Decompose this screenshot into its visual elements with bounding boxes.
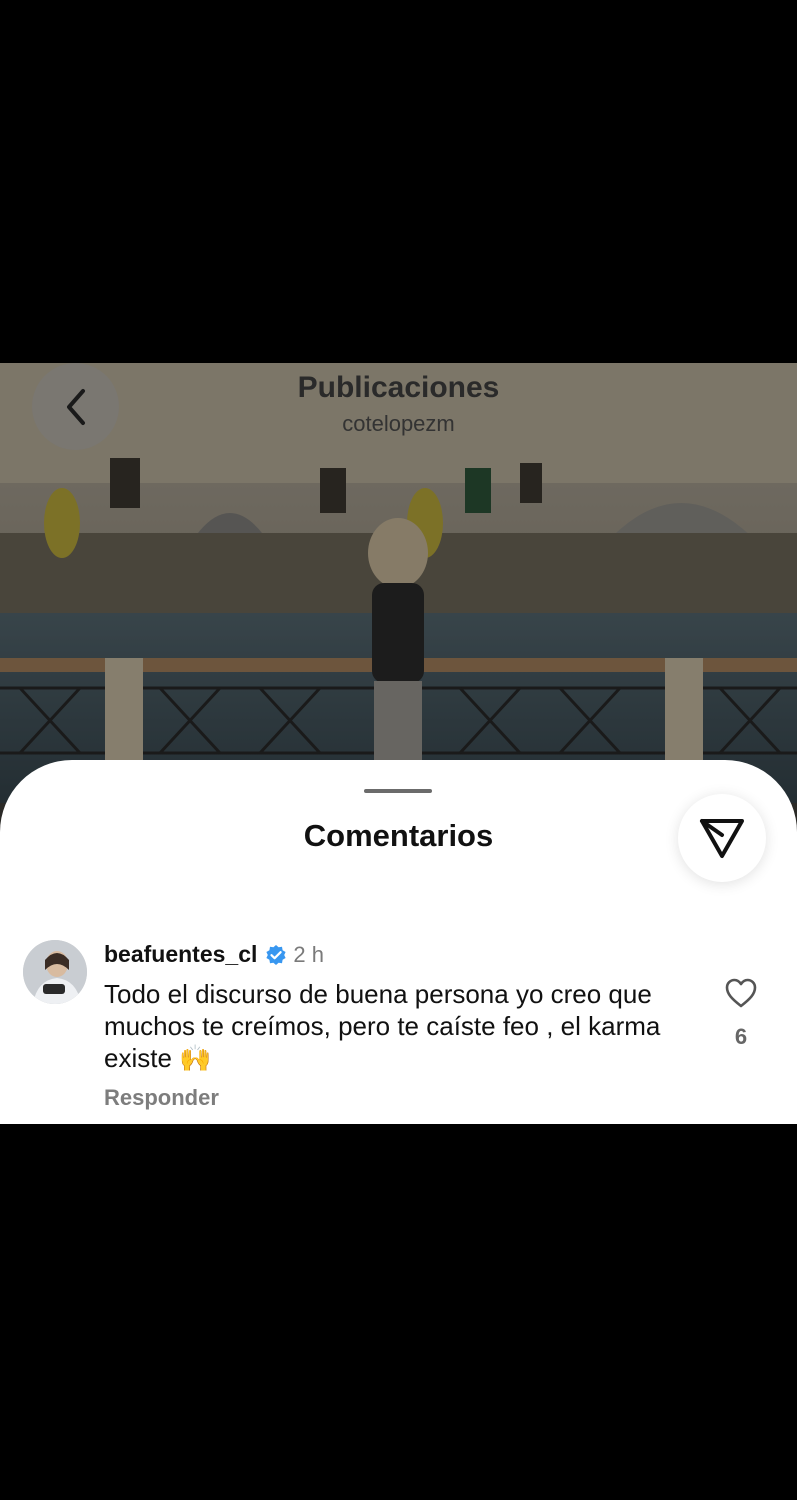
page-subtitle[interactable]: cotelopezm xyxy=(0,411,797,437)
filter-icon xyxy=(700,819,744,858)
comment-username[interactable]: beafuentes_cl xyxy=(104,941,257,968)
drag-handle[interactable] xyxy=(364,789,432,793)
page-title: Publicaciones xyxy=(297,371,500,404)
comment-body: Todo el discurso de buena persona yo cre… xyxy=(104,978,704,1074)
avatar-image xyxy=(23,940,87,1004)
comment-time: 2 h xyxy=(293,941,324,967)
comment-header: beafuentes_cl 2 h xyxy=(104,941,324,968)
app-screen: Publicaciones cotelopezm Comentarios bea… xyxy=(0,363,797,1124)
verified-badge-icon xyxy=(266,944,287,965)
like-count: 6 xyxy=(734,1024,748,1049)
heart-icon[interactable] xyxy=(724,977,758,1009)
reply-button[interactable]: Responder xyxy=(104,1085,219,1111)
comments-sheet: Comentarios beafuentes_cl 2 h Todo el di… xyxy=(0,760,797,1124)
avatar[interactable] xyxy=(23,940,87,1004)
filter-button[interactable] xyxy=(678,794,766,882)
raising-hands-emoji: 🙌 xyxy=(179,1043,212,1073)
